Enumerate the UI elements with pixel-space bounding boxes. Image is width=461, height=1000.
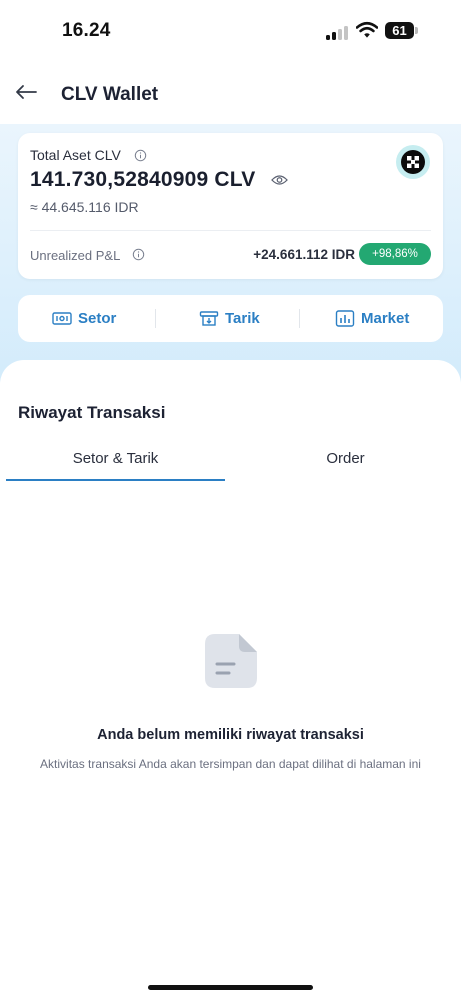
cellular-signal-icon (326, 26, 350, 40)
action-divider (155, 309, 156, 328)
battery-level: 61 (385, 22, 414, 39)
info-icon[interactable] (134, 149, 147, 162)
history-title: Riwayat Transaksi (18, 403, 166, 422)
wifi-icon (356, 21, 378, 38)
eye-icon[interactable] (271, 173, 288, 187)
document-icon (205, 634, 257, 688)
chart-icon (335, 310, 355, 327)
wallet-actions: Setor Tarik Market (18, 295, 443, 342)
market-label: Market (361, 310, 410, 327)
withdraw-label: Tarik (225, 310, 260, 327)
tab-label: Order (326, 450, 365, 467)
asset-summary-card: Total Aset CLV 141.730,52840909 CLV ≈ 44… (18, 133, 443, 279)
pnl-info-icon[interactable] (132, 248, 145, 261)
market-button[interactable]: Market (335, 295, 409, 342)
asset-idr-value: ≈ 44.645.116 IDR (30, 199, 139, 215)
card-divider (30, 230, 431, 231)
active-tab-indicator (6, 479, 225, 481)
app-header: CLV Wallet (0, 62, 461, 124)
pnl-value: +24.661.112 IDR (253, 247, 355, 262)
withdraw-button[interactable]: Tarik (199, 295, 260, 342)
pnl-percent-badge: +98,86% (359, 243, 431, 265)
empty-state-title: Anda belum memiliki riwayat transaksi (97, 727, 364, 743)
deposit-icon (52, 312, 72, 325)
tab-setor-tarik[interactable]: Setor & Tarik (6, 448, 225, 482)
page-title: CLV Wallet (61, 84, 159, 105)
home-indicator[interactable] (148, 985, 313, 990)
pnl-label: Unrealized P&L (30, 248, 121, 263)
status-time: 16.24 (62, 20, 111, 41)
battery-icon: 61 (385, 22, 419, 39)
tab-order[interactable]: Order (236, 448, 455, 482)
total-asset-amount: 141.730,52840909 CLV (30, 168, 256, 191)
deposit-button[interactable]: Setor (52, 295, 116, 342)
total-asset-label: Total Aset CLV (30, 147, 121, 163)
empty-state-description: Aktivitas transaksi Anda akan tersimpan … (40, 757, 421, 771)
action-divider (299, 309, 300, 328)
arrow-left-icon[interactable] (12, 78, 40, 106)
withdraw-icon (199, 311, 219, 326)
status-bar: 16.24 61 (0, 0, 461, 62)
tab-label: Setor & Tarik (72, 450, 159, 467)
clv-coin-logo (396, 145, 430, 179)
deposit-label: Setor (78, 310, 117, 327)
